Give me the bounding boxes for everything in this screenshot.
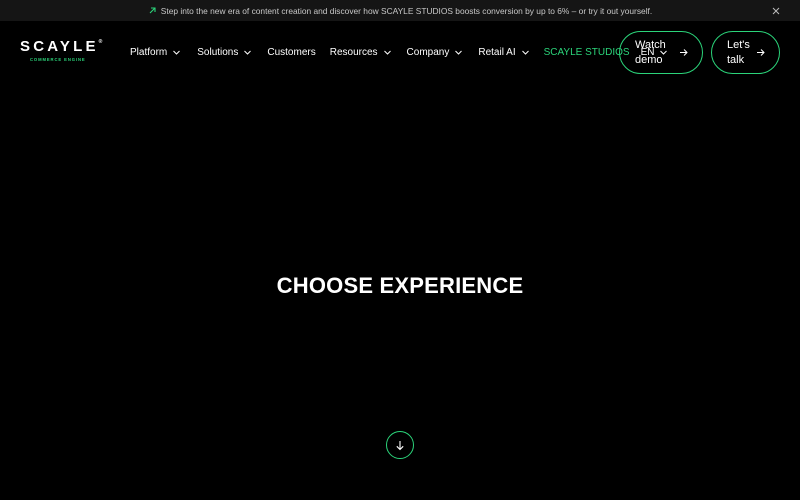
site-header: SCAYLE ® COMMERCE ENGINE Platform Solutio… [0,21,800,83]
arrow-down-icon [395,440,405,451]
arrow-right-icon [679,48,688,57]
watch-demo-label-line1: Watch [635,38,666,51]
arrow-right-icon [756,48,765,57]
logo-tagline: COMMERCE ENGINE [30,57,86,62]
nav-item-label: SCAYLE STUDIOS [543,46,630,58]
chevron-down-icon [521,48,530,57]
watch-demo-button[interactable]: Watch demo [619,31,703,74]
arrow-up-right-icon [148,6,157,15]
nav-item-company[interactable]: Company [407,47,464,58]
nav-item-customers[interactable]: Customers [267,47,315,58]
logo-registered-mark: ® [98,39,103,45]
lets-talk-label-line2: talk [727,53,745,66]
nav-item-label: Customers [267,46,316,58]
announcement-text[interactable]: Step into the new era of content creatio… [161,6,652,16]
nav-item-platform[interactable]: Platform [130,47,181,58]
chevron-down-icon [172,48,181,57]
nav-item-retail-ai[interactable]: Retail AI [478,47,529,58]
nav-item-label: Retail AI [478,46,516,58]
nav-item-resources[interactable]: Resources [330,47,392,58]
nav-item-label: Resources [329,46,378,58]
hero-title: CHOOSE EXPERIENCE [276,273,524,298]
nav-item-solutions[interactable]: Solutions [197,47,252,58]
chevron-down-icon [454,48,463,57]
watch-demo-label-line2: demo [635,53,663,66]
lets-talk-label-line1: Let's [727,38,750,51]
chevron-down-icon [243,48,252,57]
close-icon[interactable] [769,4,782,17]
lets-talk-button[interactable]: Let's talk [711,31,780,74]
scayle-logo[interactable]: SCAYLE ® COMMERCE ENGINE [20,38,103,65]
scroll-down-button[interactable] [386,431,414,459]
nav-item-scayle-studios[interactable]: SCAYLE STUDIOS [544,47,630,58]
nav-item-label: Company [406,46,450,58]
main-nav: Platform Solutions Customers Resources C… [130,21,668,83]
chevron-down-icon [383,48,392,57]
announcement-bar[interactable]: Step into the new era of content creatio… [0,0,800,21]
logo-wordmark: SCAYLE [20,38,99,55]
nav-item-label: Solutions [197,46,239,58]
nav-item-label: Platform [130,46,168,58]
